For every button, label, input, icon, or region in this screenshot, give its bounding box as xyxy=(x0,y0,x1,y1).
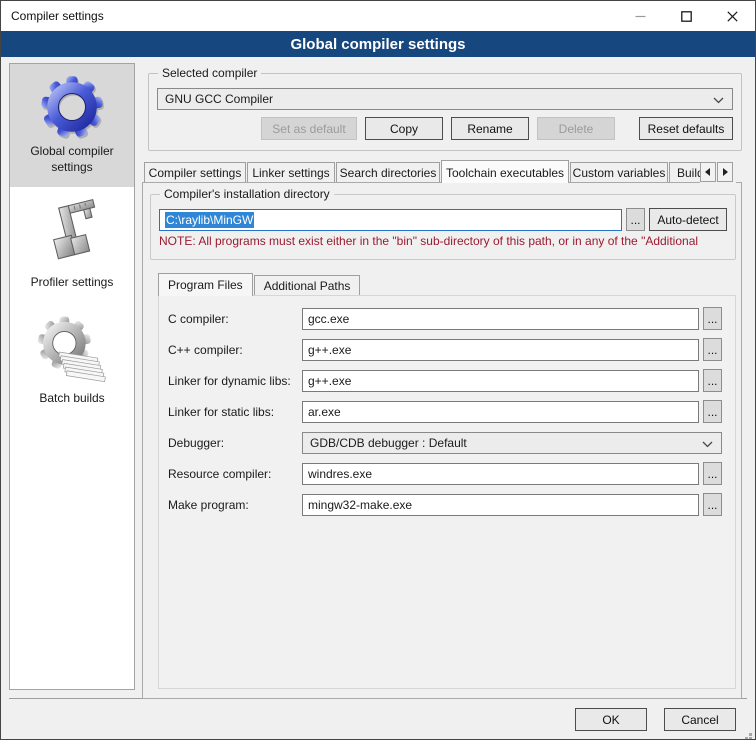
static-linker-browse-button[interactable]: ... xyxy=(703,400,722,423)
maximize-icon xyxy=(681,11,692,22)
compiler-settings-dialog: Compiler settings Global compiler settin… xyxy=(0,0,756,740)
minimize-icon xyxy=(635,11,646,22)
field-label: Make program: xyxy=(168,498,302,512)
installation-directory-input[interactable]: C:\raylib\MinGW xyxy=(159,209,622,231)
field-value: ar.exe xyxy=(308,405,341,419)
field-label: Debugger: xyxy=(168,436,302,450)
installation-directory-legend: Compiler's installation directory xyxy=(160,187,334,201)
arrow-right-icon xyxy=(722,168,728,176)
selected-compiler-legend: Selected compiler xyxy=(158,66,261,80)
toolchain-executables-panel: Compiler's installation directory C:\ray… xyxy=(142,182,742,699)
dynamic-linker-browse-button[interactable]: ... xyxy=(703,369,722,392)
resource-compiler-input[interactable]: windres.exe xyxy=(302,463,699,485)
tab-scroll-right-button[interactable] xyxy=(717,162,733,182)
caliper-icon xyxy=(37,197,107,271)
tab-linker-settings[interactable]: Linker settings xyxy=(247,162,335,183)
subtab-program-files[interactable]: Program Files xyxy=(158,273,253,296)
window-title: Compiler settings xyxy=(1,9,617,23)
maximize-button[interactable] xyxy=(663,1,709,31)
sidebar-item-label: Global compiler settings xyxy=(14,144,130,175)
titlebar[interactable]: Compiler settings xyxy=(1,1,755,31)
dialog-header-title: Global compiler settings xyxy=(290,36,465,53)
auto-detect-button[interactable]: Auto-detect xyxy=(649,208,727,231)
settings-category-list: Global compiler settings Profiler settin… xyxy=(9,63,135,690)
resize-grip[interactable] xyxy=(749,733,752,736)
field-label: C++ compiler: xyxy=(168,343,302,357)
copy-button[interactable]: Copy xyxy=(365,117,443,140)
sidebar-item-profiler-settings[interactable]: Profiler settings xyxy=(10,187,134,303)
tab-custom-variables[interactable]: Custom variables xyxy=(570,162,668,183)
field-row-debugger: Debugger: GDB/CDB debugger : Default xyxy=(168,431,722,454)
dialog-header: Global compiler settings xyxy=(1,31,755,57)
cancel-button[interactable]: Cancel xyxy=(664,708,736,731)
field-row-cpp-compiler: C++ compiler: g++.exe ... xyxy=(168,338,722,361)
sidebar-item-global-compiler-settings[interactable]: Global compiler settings xyxy=(10,64,134,187)
field-value: g++.exe xyxy=(308,374,351,388)
program-files-panel: C compiler: gcc.exe ... C++ compiler: g+… xyxy=(158,295,736,689)
field-value: mingw32-make.exe xyxy=(308,498,412,512)
chevron-down-icon xyxy=(702,441,713,448)
field-row-c-compiler: C compiler: gcc.exe ... xyxy=(168,307,722,330)
reset-defaults-button[interactable]: Reset defaults xyxy=(639,117,733,140)
field-row-dynamic-linker: Linker for dynamic libs: g++.exe ... xyxy=(168,369,722,392)
program-subtabs: Program Files Additional Paths xyxy=(158,272,741,295)
main-panel: Selected compiler GNU GCC Compiler Set a… xyxy=(142,63,742,691)
selected-compiler-group: Selected compiler GNU GCC Compiler Set a… xyxy=(148,73,742,151)
tab-search-directories[interactable]: Search directories xyxy=(336,162,440,183)
field-label: Resource compiler: xyxy=(168,467,302,481)
selected-compiler-dropdown[interactable]: GNU GCC Compiler xyxy=(157,88,733,110)
tab-scroll-arrows xyxy=(700,159,736,183)
field-row-resource-compiler: Resource compiler: windres.exe ... xyxy=(168,462,722,485)
chevron-down-icon xyxy=(713,97,724,104)
field-value: windres.exe xyxy=(308,467,372,481)
rename-button[interactable]: Rename xyxy=(451,117,529,140)
field-row-make-program: Make program: mingw32-make.exe ... xyxy=(168,493,722,516)
field-value: gcc.exe xyxy=(308,312,349,326)
field-label: C compiler: xyxy=(168,312,302,326)
tab-scroll-left-button[interactable] xyxy=(700,162,716,182)
arrow-left-icon xyxy=(705,168,711,176)
minimize-button[interactable] xyxy=(617,1,663,31)
sidebar-item-label: Profiler settings xyxy=(14,275,130,291)
cpp-compiler-browse-button[interactable]: ... xyxy=(703,338,722,361)
field-label: Linker for dynamic libs: xyxy=(168,374,302,388)
close-button[interactable] xyxy=(709,1,755,31)
installation-directory-group: Compiler's installation directory C:\ray… xyxy=(150,194,736,260)
set-as-default-button[interactable]: Set as default xyxy=(261,117,357,140)
installation-directory-value: C:\raylib\MinGW xyxy=(165,212,254,228)
gear-stack-icon xyxy=(36,313,108,387)
selected-compiler-value: GNU GCC Compiler xyxy=(165,92,273,106)
c-compiler-input[interactable]: gcc.exe xyxy=(302,308,699,330)
installation-note: NOTE: All programs must exist either in … xyxy=(159,234,727,248)
make-program-input[interactable]: mingw32-make.exe xyxy=(302,494,699,516)
make-program-browse-button[interactable]: ... xyxy=(703,493,722,516)
field-label: Linker for static libs: xyxy=(168,405,302,419)
close-icon xyxy=(727,11,738,22)
compiler-settings-tabs: Compiler settings Linker settings Search… xyxy=(142,159,736,183)
sidebar-item-label: Batch builds xyxy=(14,391,130,407)
ok-button[interactable]: OK xyxy=(575,708,647,731)
debugger-dropdown[interactable]: GDB/CDB debugger : Default xyxy=(302,432,722,454)
sidebar-item-batch-builds[interactable]: Batch builds xyxy=(10,303,134,419)
static-linker-input[interactable]: ar.exe xyxy=(302,401,699,423)
c-compiler-browse-button[interactable]: ... xyxy=(703,307,722,330)
tab-compiler-settings[interactable]: Compiler settings xyxy=(144,162,246,183)
delete-button[interactable]: Delete xyxy=(537,117,615,140)
field-row-static-linker: Linker for static libs: ar.exe ... xyxy=(168,400,722,423)
installation-directory-browse-button[interactable]: ... xyxy=(626,208,645,231)
cpp-compiler-input[interactable]: g++.exe xyxy=(302,339,699,361)
dynamic-linker-input[interactable]: g++.exe xyxy=(302,370,699,392)
tab-toolchain-executables[interactable]: Toolchain executables xyxy=(441,160,569,183)
resource-compiler-browse-button[interactable]: ... xyxy=(703,462,722,485)
subtab-additional-paths[interactable]: Additional Paths xyxy=(254,275,361,295)
field-value: g++.exe xyxy=(308,343,351,357)
gear-blue-icon xyxy=(39,74,105,140)
debugger-value: GDB/CDB debugger : Default xyxy=(310,436,467,450)
